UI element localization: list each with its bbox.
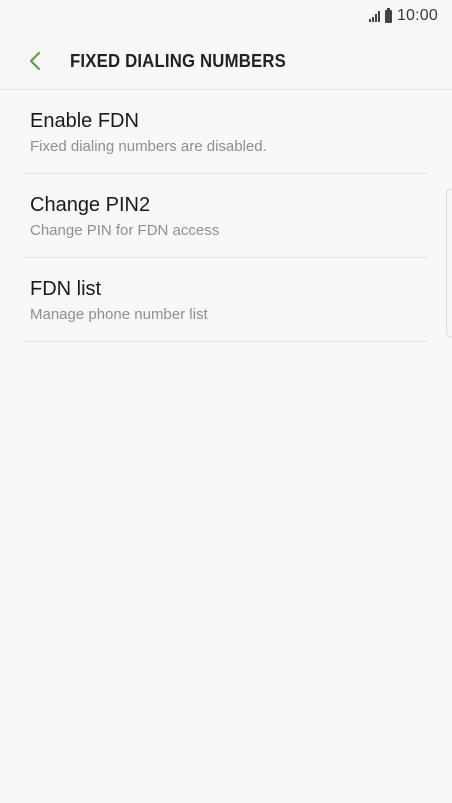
battery-icon bbox=[384, 7, 392, 23]
chevron-left-icon bbox=[29, 51, 41, 71]
status-time: 10:00 bbox=[396, 7, 438, 24]
setting-change-pin2[interactable]: Change PIN2 Change PIN for FDN access bbox=[24, 174, 428, 258]
status-bar: 10:00 bbox=[0, 0, 452, 32]
back-button[interactable] bbox=[18, 44, 52, 78]
app-bar: FIXED DIALING NUMBERS bbox=[0, 32, 452, 90]
setting-label: Change PIN2 bbox=[30, 194, 151, 216]
page-title: FIXED DIALING NUMBERS bbox=[70, 51, 286, 71]
settings-list: Enable FDN Fixed dialing numbers are dis… bbox=[24, 90, 428, 342]
edge-panel-handle[interactable] bbox=[446, 188, 452, 338]
setting-label: FDN list bbox=[30, 278, 102, 300]
setting-summary: Manage phone number list bbox=[30, 306, 208, 323]
list-divider bbox=[24, 341, 428, 342]
signal-icon bbox=[368, 10, 380, 22]
setting-enable-fdn[interactable]: Enable FDN Fixed dialing numbers are dis… bbox=[24, 90, 428, 174]
setting-summary: Fixed dialing numbers are disabled. bbox=[30, 138, 267, 155]
setting-fdn-list[interactable]: FDN list Manage phone number list bbox=[24, 258, 428, 342]
setting-summary: Change PIN for FDN access bbox=[30, 222, 220, 239]
setting-label: Enable FDN bbox=[30, 110, 139, 132]
